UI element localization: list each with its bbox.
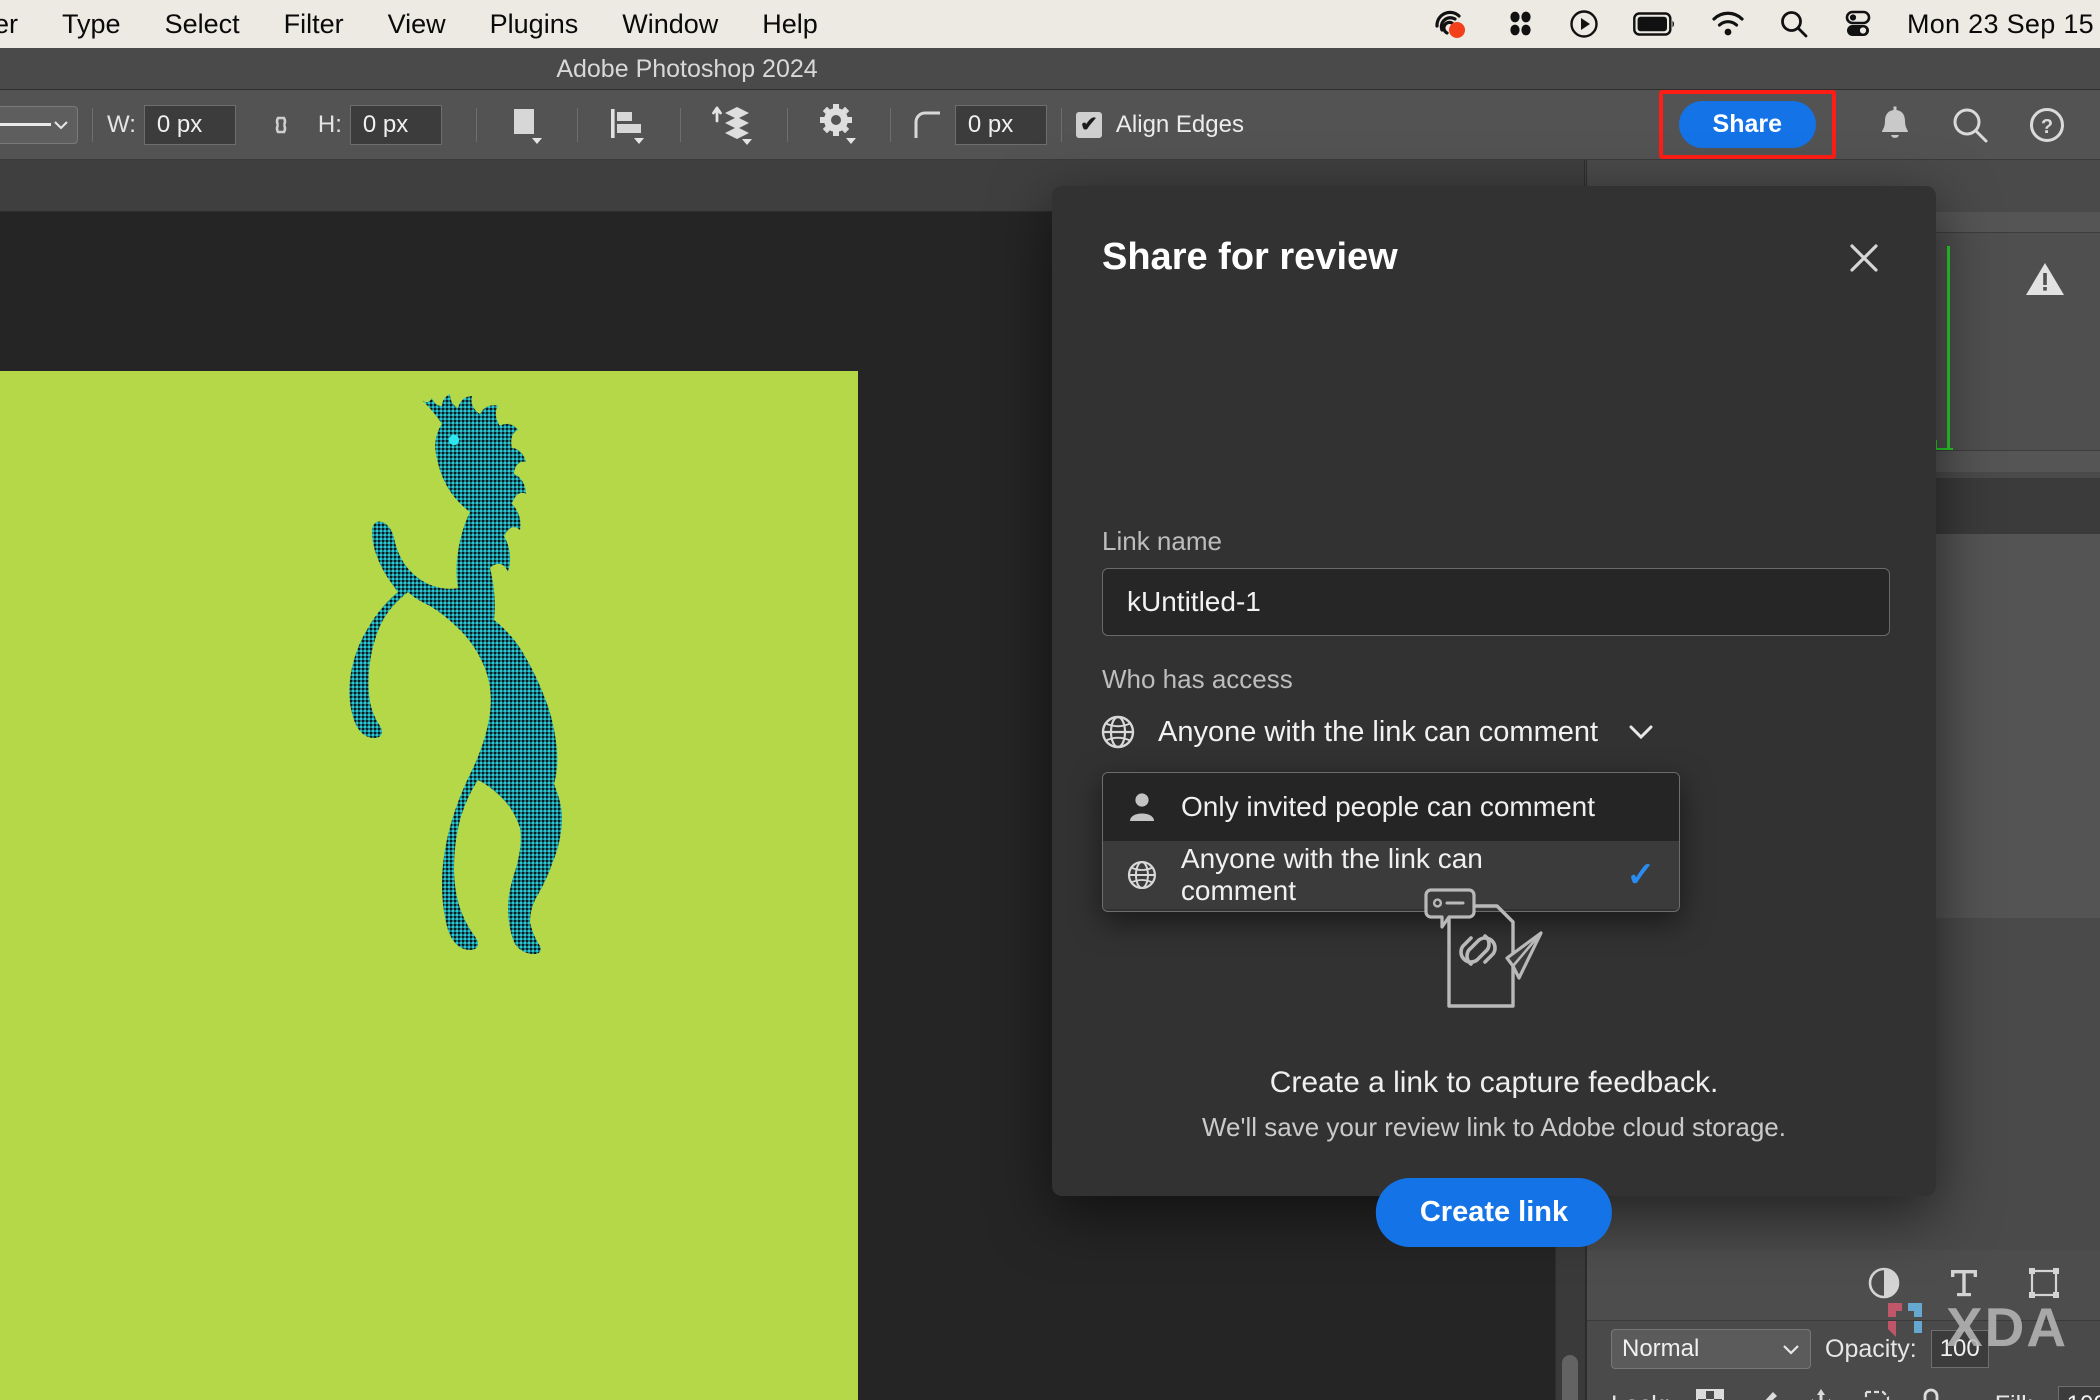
path-operations-icon[interactable] bbox=[505, 103, 549, 147]
histogram-spike-green bbox=[1947, 246, 1950, 450]
checkmark-icon: ✓ bbox=[1627, 855, 1656, 895]
lock-transparent-pixels-icon[interactable] bbox=[1695, 1388, 1725, 1400]
chevron-down-icon bbox=[53, 120, 69, 130]
fill-input[interactable]: 100 bbox=[2058, 1386, 2100, 1400]
menubar-clock[interactable]: Mon 23 Sep 15 bbox=[1907, 9, 2094, 40]
menu-item-label: Only invited people can comment bbox=[1181, 791, 1595, 823]
control-center-icon[interactable] bbox=[1843, 0, 1873, 48]
search-icon[interactable] bbox=[1950, 105, 1990, 145]
close-icon[interactable] bbox=[1840, 234, 1888, 282]
play-icon[interactable] bbox=[1569, 0, 1599, 48]
chevron-down-icon bbox=[1628, 724, 1654, 740]
mac-status-items: Mon 23 Sep 15 bbox=[1433, 0, 2100, 48]
mac-menu-bar: er Type Select Filter View Plugins Windo… bbox=[0, 0, 2100, 48]
screen-recording-icon[interactable] bbox=[1433, 0, 1471, 48]
share-link-feedback-illustration bbox=[1409, 886, 1579, 1036]
link-dimensions-icon[interactable] bbox=[262, 112, 302, 138]
access-dropdown-trigger[interactable]: Anyone with the link can comment bbox=[1098, 704, 1654, 760]
path-arrangement-icon[interactable] bbox=[709, 103, 759, 147]
help-icon[interactable]: ? bbox=[2026, 104, 2068, 146]
globe-icon bbox=[1125, 858, 1159, 892]
search-icon[interactable] bbox=[1779, 0, 1809, 48]
link-name-input[interactable] bbox=[1102, 568, 1890, 636]
divider bbox=[577, 108, 578, 142]
document-canvas[interactable] bbox=[0, 371, 858, 1400]
width-input[interactable]: 0 px bbox=[144, 105, 236, 145]
layer-lock-row: Lock: bbox=[1587, 1377, 2100, 1400]
dialog-subline: We'll save your review link to Adobe clo… bbox=[1052, 1112, 1936, 1143]
options-bar: W: 0 px H: 0 px bbox=[0, 90, 2100, 160]
who-has-access-label: Who has access bbox=[1102, 664, 1293, 695]
menu-item-view[interactable]: View bbox=[366, 0, 468, 48]
lock-artboard-icon[interactable] bbox=[1861, 1387, 1893, 1400]
chevron-down-icon bbox=[1782, 1344, 1800, 1355]
align-edges-checkbox[interactable]: ✔ bbox=[1076, 112, 1102, 138]
mac-menu-list: er Type Select Filter View Plugins Windo… bbox=[0, 0, 840, 48]
menu-item-help[interactable]: Help bbox=[740, 0, 840, 48]
rearing-horse-artwork bbox=[330, 388, 670, 983]
corner-radius-icon[interactable] bbox=[911, 108, 945, 142]
bell-icon[interactable] bbox=[1876, 105, 1914, 145]
stroke-line-preset-icon bbox=[0, 123, 51, 126]
align-edges-label: Align Edges bbox=[1116, 111, 1244, 139]
share-button-highlight: Share bbox=[1659, 90, 1836, 159]
menu-item-layer[interactable]: er bbox=[0, 0, 40, 48]
menu-item-anyone-with-link[interactable]: Anyone with the link can comment ✓ bbox=[1103, 841, 1679, 909]
menu-item-select[interactable]: Select bbox=[143, 0, 262, 48]
lock-label: Lock: bbox=[1611, 1391, 1671, 1400]
gear-icon[interactable] bbox=[816, 103, 862, 147]
canvas-vertical-scrollbar-thumb[interactable] bbox=[1562, 1355, 1578, 1400]
link-name-label: Link name bbox=[1102, 526, 1222, 557]
width-label: W: bbox=[107, 111, 136, 139]
divider bbox=[92, 108, 93, 142]
divider bbox=[476, 108, 477, 142]
height-label: H: bbox=[318, 111, 342, 139]
share-button[interactable]: Share bbox=[1679, 101, 1816, 148]
photoshop-title-bar: Adobe Photoshop 2024 bbox=[0, 48, 2100, 90]
menu-item-filter[interactable]: Filter bbox=[262, 0, 366, 48]
warning-triangle-icon[interactable] bbox=[2025, 261, 2065, 302]
app-title: Adobe Photoshop 2024 bbox=[0, 48, 1374, 90]
menu-item-plugins[interactable]: Plugins bbox=[468, 0, 601, 48]
wifi-icon[interactable] bbox=[1711, 0, 1745, 48]
corner-radius-input[interactable]: 0 px bbox=[955, 105, 1047, 145]
create-link-button[interactable]: Create link bbox=[1376, 1178, 1612, 1247]
access-selected-value: Anyone with the link can comment bbox=[1158, 716, 1598, 749]
xda-logo-icon bbox=[1884, 1299, 1940, 1355]
stroke-preset-dropdown[interactable] bbox=[0, 106, 78, 144]
options-bar-right: Share ? bbox=[1659, 90, 2100, 159]
person-icon bbox=[1125, 790, 1159, 824]
dialog-headline: Create a link to capture feedback. bbox=[1052, 1066, 1936, 1100]
svg-text:?: ? bbox=[2041, 116, 2053, 138]
share-for-review-dialog: Share for review Link name Who has acces… bbox=[1052, 186, 1936, 1196]
dots-icon[interactable] bbox=[1505, 0, 1535, 48]
divider bbox=[1061, 108, 1062, 142]
divider bbox=[787, 108, 788, 142]
menu-item-window[interactable]: Window bbox=[600, 0, 740, 48]
divider bbox=[680, 108, 681, 142]
globe-icon bbox=[1098, 712, 1138, 752]
access-dropdown-menu: Only invited people can comment Anyone w… bbox=[1102, 772, 1680, 912]
fill-label: Fill: bbox=[1995, 1391, 2034, 1400]
xda-watermark: XDA bbox=[1884, 1295, 2068, 1359]
xda-wordmark: XDA bbox=[1946, 1295, 2068, 1359]
blend-mode-value: Normal bbox=[1622, 1335, 1699, 1363]
height-input[interactable]: 0 px bbox=[350, 105, 442, 145]
menu-item-only-invited[interactable]: Only invited people can comment bbox=[1103, 773, 1679, 841]
menu-item-type[interactable]: Type bbox=[40, 0, 143, 48]
lock-position-icon[interactable] bbox=[1805, 1387, 1837, 1400]
blend-mode-dropdown[interactable]: Normal bbox=[1611, 1329, 1811, 1369]
lock-image-pixels-icon[interactable] bbox=[1749, 1387, 1781, 1400]
divider bbox=[890, 108, 891, 142]
path-alignment-icon[interactable] bbox=[606, 103, 652, 147]
lock-all-icon[interactable] bbox=[1917, 1387, 1945, 1400]
battery-icon[interactable] bbox=[1633, 0, 1677, 48]
dialog-title: Share for review bbox=[1102, 236, 1398, 279]
